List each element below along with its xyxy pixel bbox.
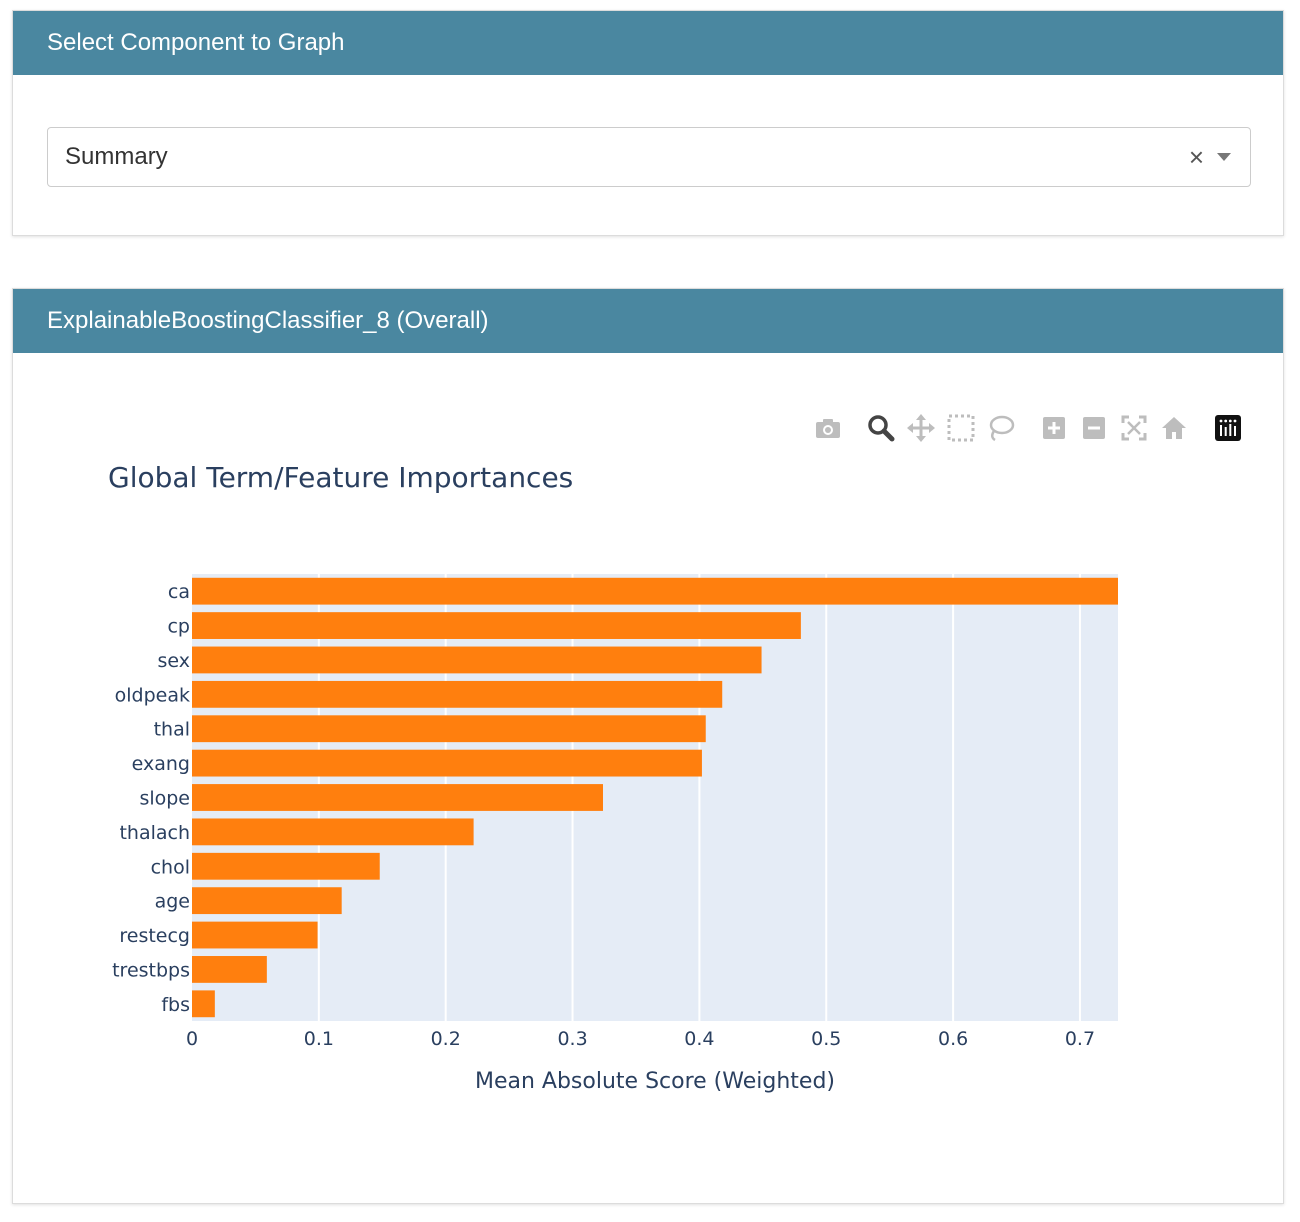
x-axis-title: Mean Absolute Score (Weighted) [475, 1069, 835, 1094]
bar-trestbps[interactable] [192, 956, 267, 983]
y-tick-label: restecg [119, 925, 190, 947]
chart-card: ExplainableBoostingClassifier_8 (Overall… [12, 288, 1284, 1204]
selector-card: Select Component to Graph Summary × [12, 10, 1284, 236]
x-tick-label: 0 [186, 1028, 198, 1050]
y-tick-label: sex [158, 650, 191, 672]
x-tick-label: 0.7 [1065, 1028, 1095, 1050]
x-tick-label: 0.3 [557, 1028, 587, 1050]
plotly-logo-icon[interactable] [1213, 413, 1243, 443]
y-tick-label: trestbps [112, 959, 190, 981]
y-tick-label: thal [154, 719, 190, 741]
y-tick-label: cp [167, 616, 190, 638]
camera-icon[interactable] [813, 413, 843, 443]
clear-icon[interactable]: × [1189, 128, 1204, 186]
component-select[interactable]: Summary × [47, 127, 1251, 187]
bar-age[interactable] [192, 887, 342, 915]
zoom-in-icon[interactable] [1039, 413, 1069, 443]
x-tick-label: 0.6 [938, 1028, 968, 1050]
x-tick-label: 0.2 [431, 1028, 461, 1050]
bar-chol[interactable] [192, 852, 380, 880]
bar-thal[interactable] [192, 715, 706, 743]
x-tick-label: 0.1 [304, 1028, 334, 1050]
reset-axes-icon[interactable] [1159, 413, 1189, 443]
y-tick-label: exang [132, 753, 190, 775]
lasso-icon[interactable] [986, 413, 1016, 443]
bar-restecg[interactable] [192, 921, 318, 949]
bar-thalach[interactable] [192, 818, 474, 846]
bar-slope[interactable] [192, 784, 603, 811]
bar-sex[interactable] [192, 646, 762, 674]
y-tick-label: fbs [161, 994, 190, 1016]
x-tick-label: 0.4 [684, 1028, 714, 1050]
x-tick-label: 0.5 [811, 1028, 841, 1050]
y-tick-label: slope [139, 788, 190, 810]
box-select-icon[interactable] [946, 413, 976, 443]
bar-cp[interactable] [192, 612, 801, 639]
autoscale-icon[interactable] [1119, 413, 1149, 443]
y-tick-label: age [155, 891, 190, 913]
select-value: Summary [65, 143, 168, 170]
zoom-icon[interactable] [866, 413, 896, 443]
bar-ca[interactable] [192, 577, 1118, 605]
zoom-out-icon[interactable] [1079, 413, 1109, 443]
selector-card-header: Select Component to Graph [13, 11, 1283, 75]
y-tick-label: ca [168, 581, 190, 603]
x-tick-labels: 0 0.1 0.2 0.3 0.4 0.5 0.6 0.7 [186, 1028, 1095, 1050]
pan-icon[interactable] [906, 413, 936, 443]
y-tick-label: chol [151, 856, 190, 878]
y-tick-label: oldpeak [115, 684, 190, 706]
chevron-down-icon[interactable] [1217, 153, 1231, 161]
bar-oldpeak[interactable] [192, 680, 723, 708]
bar-exang[interactable] [192, 749, 702, 777]
bar-fbs[interactable] [192, 990, 215, 1018]
chart-title: Global Term/Feature Importances [108, 461, 573, 494]
y-tick-label: thalach [119, 822, 190, 844]
y-tick-labels: ca cp sex oldpeak thal exang slope thalach chol a… [112, 581, 190, 1016]
